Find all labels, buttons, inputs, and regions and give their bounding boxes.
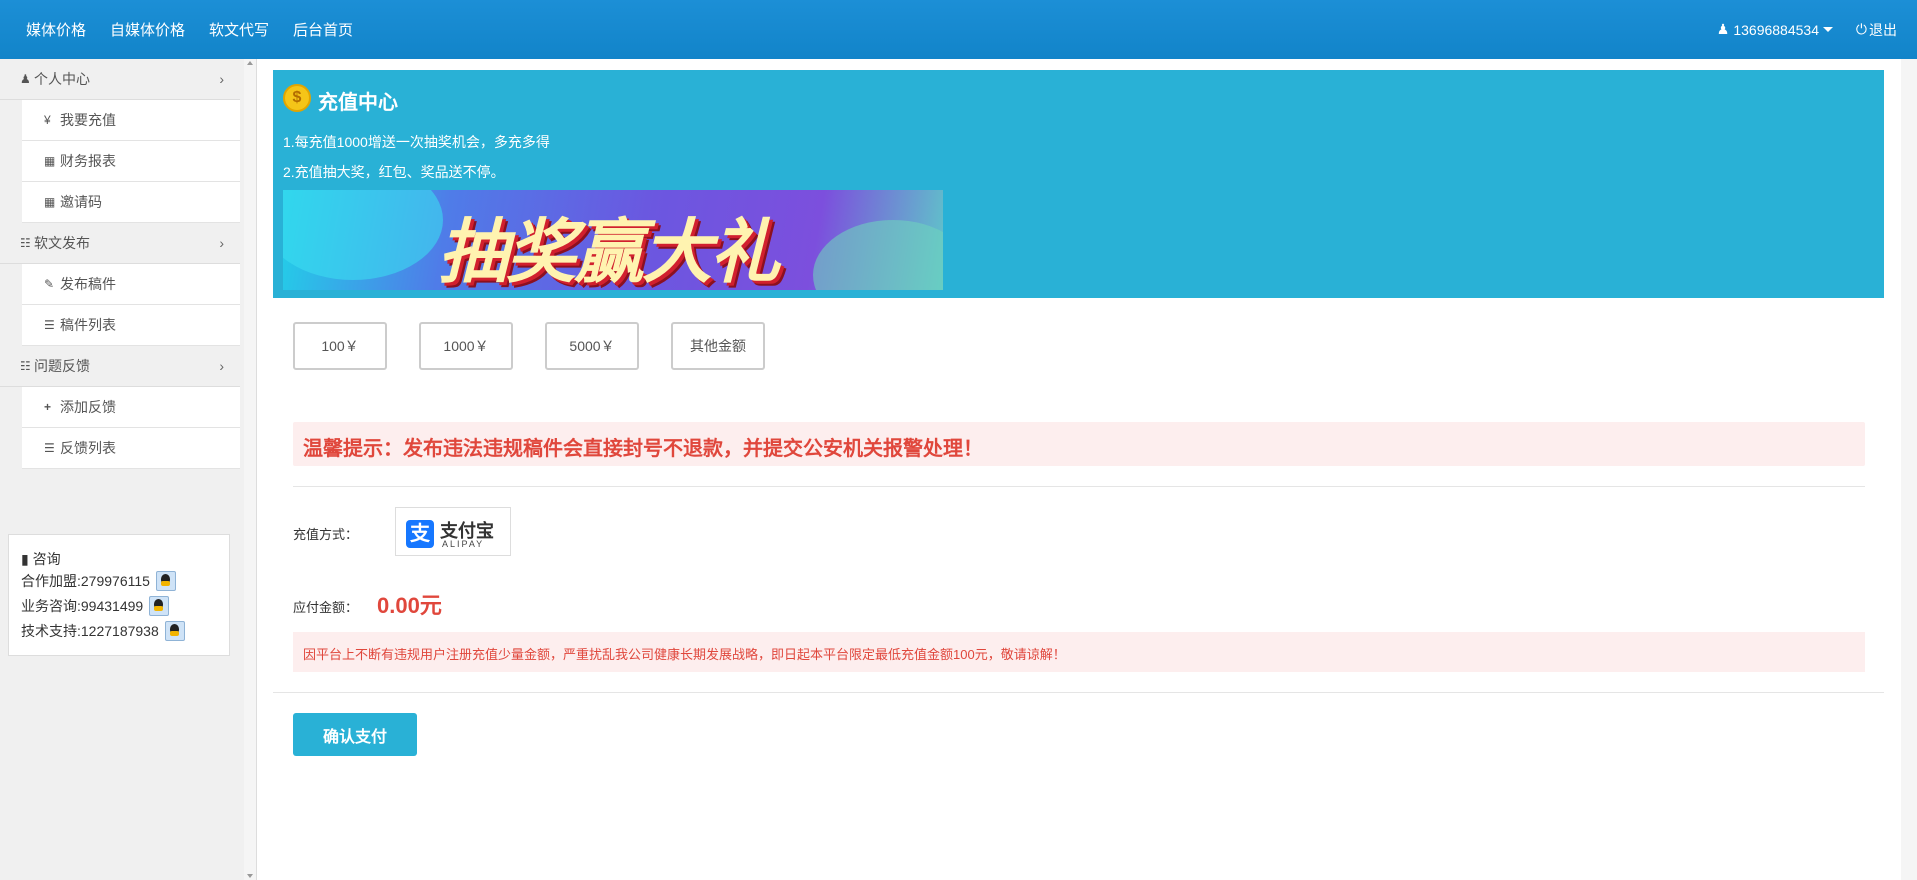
consult-row-business: 业务咨询:99431499 [21,596,170,616]
recharge-banner: $ 充值中心 1.每充值1000增送一次抽奖机会，多充多得 2.充值抽大奖，红包… [273,70,1884,298]
list-icon: ☰ [44,441,55,455]
sidebar-group-label: 软文发布 [34,235,90,251]
sidebar-item-add-feedback[interactable]: + 添加反馈 [22,387,240,428]
nav-media-price[interactable]: 媒体价格 [26,19,86,40]
user-icon: ♟ [20,72,31,86]
amount-due-label: 应付金额： [293,600,359,615]
promo-line-2: 2.充值抽大奖，红包、奖品送不停。 [283,164,505,180]
sidebar-item-invite-code[interactable]: ▦ 邀请码 [22,182,240,223]
sidebar-item-publish-article[interactable]: ✎ 发布稿件 [22,264,240,305]
top-navbar: 媒体价格 自媒体价格 软文代写 后台首页 ♟ 13696884534 ⏻ 退出 [0,0,1917,59]
sidebar-group-label: 个人中心 [34,71,90,87]
banner-decoration [283,190,443,280]
sidebar: ♟ 个人中心 › ¥ 我要充值 ▦ 财务报表 ▦ 邀请码 ☷ 软文发布 › ✎ … [0,59,257,880]
alipay-option[interactable]: 支 支付宝 ALIPAY [395,507,511,556]
divider [293,486,1865,487]
coin-icon: $ [283,84,311,112]
consult-label: 技术支持:1227187938 [21,623,159,639]
amount-5000-button[interactable]: 5000￥ [545,322,639,370]
notice-text: 因平台上不断有违规用户注册充值少量金额，严重扰乱我公司健康长期发展战略，即日起本… [303,647,1066,662]
scroll-down-arrow-icon[interactable] [247,874,253,878]
warning-alert: 温馨提示：发布违法违规稿件会直接封号不退款，并提交公安机关报警处理！ [293,422,1865,466]
page-title: 充值中心 [318,92,398,114]
sidebar-item-article-list[interactable]: ☰ 稿件列表 [22,305,240,346]
amount-100-button[interactable]: 100￥ [293,322,387,370]
book-icon: ☷ [20,236,31,250]
sidebar-item-label: 邀请码 [60,194,102,210]
min-amount-notice: 因平台上不断有违规用户注册充值少量金额，严重扰乱我公司健康长期发展战略，即日起本… [293,632,1865,672]
warning-text: 温馨提示：发布违法违规稿件会直接封号不退款，并提交公安机关报警处理！ [303,438,983,460]
promo-line-1: 1.每充值1000增送一次抽奖机会，多充多得 [283,134,550,150]
amount-other-button[interactable]: 其他金额 [671,322,765,370]
sidebar-item-label: 添加反馈 [60,399,116,415]
sidebar-item-finance-report[interactable]: ▦ 财务报表 [22,141,240,182]
list-icon: ☰ [44,318,55,332]
caret-down-icon [1823,27,1833,32]
chevron-right-icon: › [219,235,224,251]
banner-decoration [813,220,943,290]
divider [273,692,1884,693]
sidebar-item-label: 发布稿件 [60,276,116,292]
consult-row-tech-support: 技术支持:1227187938 [21,621,185,641]
power-icon: ⏻ [1855,21,1867,37]
sidebar-group-feedback[interactable]: ☷ 问题反馈 › [0,346,240,387]
consult-row-partnership: 合作加盟:279976115 [21,571,176,591]
alipay-en-name: ALIPAY [442,539,485,549]
qq-icon[interactable] [164,621,185,641]
sidebar-scrollbar[interactable] [244,59,256,880]
scroll-up-arrow-icon[interactable] [247,61,253,65]
chevron-right-icon: › [219,358,224,374]
consult-title: ▮ 咨询 [21,549,61,569]
lottery-banner-image: 抽奖赢大礼 [283,190,943,290]
logout-button[interactable]: ⏻ 退出 [1856,0,1897,59]
book-icon: ☷ [20,359,31,373]
plus-icon: + [44,400,52,414]
main-scrollbar[interactable] [1901,59,1917,880]
nav-dashboard-home[interactable]: 后台首页 [293,19,353,40]
sidebar-item-label: 我要充值 [60,112,116,128]
yen-icon: ¥ [44,113,51,127]
consult-panel: ▮ 咨询 合作加盟:279976115 业务咨询:99431499 技术支持:1… [8,534,230,656]
sidebar-item-recharge[interactable]: ¥ 我要充值 [22,100,240,141]
table-icon: ▦ [44,154,56,168]
consult-label: 合作加盟:279976115 [21,573,150,589]
sidebar-group-personal[interactable]: ♟ 个人中心 › [0,59,240,100]
user-icon: ♟ [1716,21,1730,37]
lottery-banner-text: 抽奖赢大礼 [438,211,780,290]
main-nav: 媒体价格 自媒体价格 软文代写 后台首页 [14,0,365,59]
sidebar-item-label: 财务报表 [60,153,116,169]
sidebar-item-label: 稿件列表 [60,317,116,333]
alipay-icon: 支 [406,520,434,548]
nav-copywriting[interactable]: 软文代写 [209,19,269,40]
table-icon: ▦ [44,195,56,209]
qq-icon[interactable] [149,596,170,616]
sidebar-item-label: 反馈列表 [60,440,116,456]
bookmark-icon: ▮ [21,551,29,567]
amount-1000-button[interactable]: 1000￥ [419,322,513,370]
confirm-payment-button[interactable]: 确认支付 [293,713,417,756]
sidebar-group-publish[interactable]: ☷ 软文发布 › [0,223,240,264]
payment-method-label: 充值方式： [293,527,359,542]
sidebar-item-feedback-list[interactable]: ☰ 反馈列表 [22,428,240,469]
logout-label: 退出 [1869,21,1897,38]
chevron-right-icon: › [219,71,224,87]
sidebar-group-label: 问题反馈 [34,358,90,374]
qq-icon[interactable] [155,571,176,591]
amount-due-value: 0.00元 [377,593,442,618]
consult-label: 业务咨询:99431499 [21,598,144,614]
edit-icon: ✎ [44,277,55,291]
consult-title-text: 咨询 [32,551,61,567]
user-phone: 13696884534 [1733,21,1819,38]
user-menu[interactable]: ♟ 13696884534 [1717,0,1833,59]
nav-self-media-price[interactable]: 自媒体价格 [110,19,185,40]
